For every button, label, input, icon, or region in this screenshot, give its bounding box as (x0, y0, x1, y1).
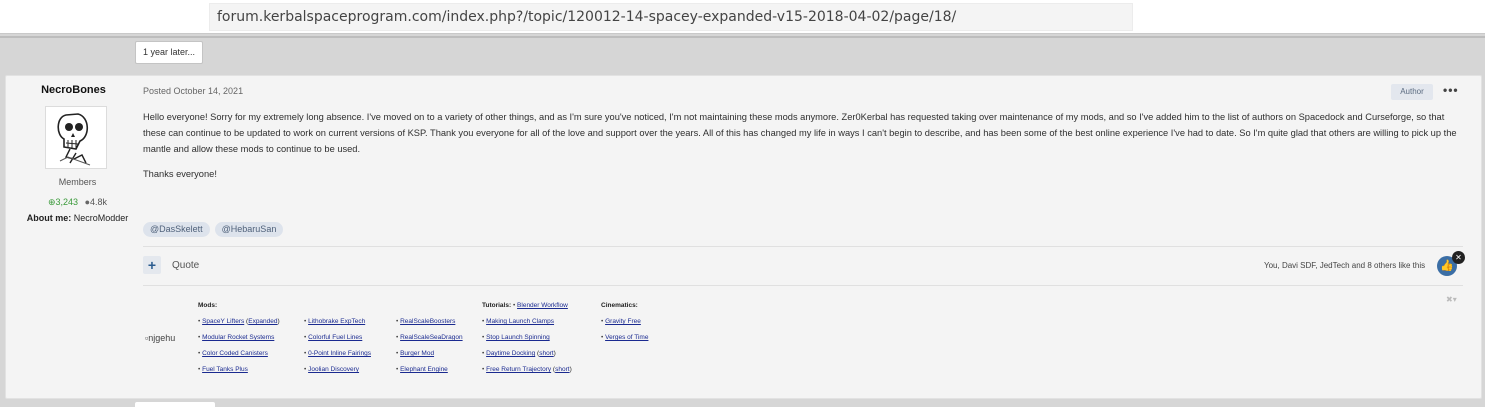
signature-link[interactable]: • Verges of Time (601, 330, 648, 346)
author-badge: Author (1391, 84, 1433, 100)
signature-link[interactable]: • Modular Rocket Systems (198, 330, 280, 346)
signature-link[interactable]: • RealScaleBoosters (396, 314, 463, 330)
author-name[interactable]: NecroBones (6, 84, 141, 96)
mention-list: @DasSkelett @HebaruSan (143, 222, 284, 237)
post-closing: Thanks everyone! (143, 169, 217, 179)
browser-toolbar: forum.kerbalspaceprogram.com/index.php?/… (0, 0, 1485, 34)
next-post-edge (135, 402, 215, 407)
reputation-count: 3,243 (55, 197, 79, 207)
signature-mods-col2: • Lithobrake ExpTech • Colorful Fuel Lin… (304, 314, 371, 378)
remove-like-icon[interactable]: ✕ (1452, 251, 1465, 264)
likes-summary[interactable]: You, Davi SDF, JedTech and 8 others like… (1264, 261, 1425, 270)
member-group: Members (58, 177, 97, 187)
signature-hide-icon[interactable]: ✖▾ (1446, 295, 1457, 304)
signature-tutorials: Tutorials: • Blender Workflow • Making L… (482, 298, 572, 378)
thread-divider (0, 36, 1485, 38)
signature-link[interactable]: Blender Workflow (517, 302, 568, 309)
post-count: 4.8k (90, 197, 108, 207)
author-panel: NecroBones Members ⊕3,243 ●4.8k About me… (6, 76, 141, 398)
quote-button[interactable]: Quote (172, 260, 199, 271)
address-bar[interactable]: forum.kerbalspaceprogram.com/index.php?/… (209, 3, 1133, 31)
signature-mods-col3: • RealScaleBoosters • RealScaleSeaDragon… (396, 314, 463, 378)
divider (143, 246, 1463, 247)
signature-cinematics-header: Cinematics: (601, 302, 638, 309)
forum-post: NecroBones Members ⊕3,243 ●4.8k About me… (5, 75, 1482, 399)
signature-link[interactable]: • Daytime Docking (short) (482, 346, 572, 362)
about-me-label: About me: (26, 213, 72, 223)
signature-link[interactable]: • Colorful Fuel Lines (304, 330, 371, 346)
signature-link[interactable]: • Fuel Tanks Plus (198, 362, 280, 378)
signature-link[interactable]: • Free Return Trajectory (short) (482, 362, 572, 378)
signature-link[interactable]: • Elephant Engine (396, 362, 463, 378)
signature-link[interactable]: • Color Coded Canisters (198, 346, 280, 362)
signature-cinematics: Cinematics: • Gravity Free • Verges of T… (601, 298, 648, 346)
signature-link[interactable]: • Making Launch Clamps (482, 314, 572, 330)
signature-mods-header: Mods: (198, 302, 218, 309)
mention-tag[interactable]: @DasSkelett (143, 222, 210, 237)
signature-link[interactable]: • 0-Point Inline Fairings (304, 346, 371, 362)
signature-link[interactable]: • RealScaleSeaDragon (396, 330, 463, 346)
multiquote-plus-button[interactable]: + (143, 256, 161, 274)
post-date[interactable]: Posted October 14, 2021 (143, 86, 243, 96)
signature-mods-col1: Mods: • SpaceY Lifters (Expanded) • Modu… (198, 298, 280, 378)
signature-broken-image: ▫njgehu (145, 333, 176, 343)
reputation-icon: ⊕ (47, 197, 56, 207)
signature-tutorials-header: Tutorials: (482, 302, 512, 309)
author-stats: ⊕3,243 ●4.8k (6, 197, 149, 208)
post-body: Hello everyone! Sorry for my extremely l… (143, 112, 1457, 154)
signature-link[interactable]: • Lithobrake ExpTech (304, 314, 371, 330)
about-me: About me: NecroModder (6, 213, 149, 223)
mention-tag[interactable]: @HebaruSan (214, 222, 284, 237)
time-gap-button[interactable]: 1 year later... (135, 41, 203, 64)
about-me-value: NecroModder (73, 213, 129, 223)
signature-link[interactable]: • Joolian Discovery (304, 362, 371, 378)
signature-link[interactable]: • Gravity Free (601, 314, 648, 330)
signature-link[interactable]: • Burger Mod (396, 346, 463, 362)
author-avatar[interactable] (45, 106, 107, 169)
signature-link[interactable]: • Stop Launch Spinning (482, 330, 572, 346)
skull-avatar-icon (57, 113, 91, 166)
signature-link[interactable]: • SpaceY Lifters (Expanded) (198, 314, 280, 330)
more-options-icon[interactable]: ••• (1443, 83, 1459, 97)
divider (143, 285, 1463, 286)
